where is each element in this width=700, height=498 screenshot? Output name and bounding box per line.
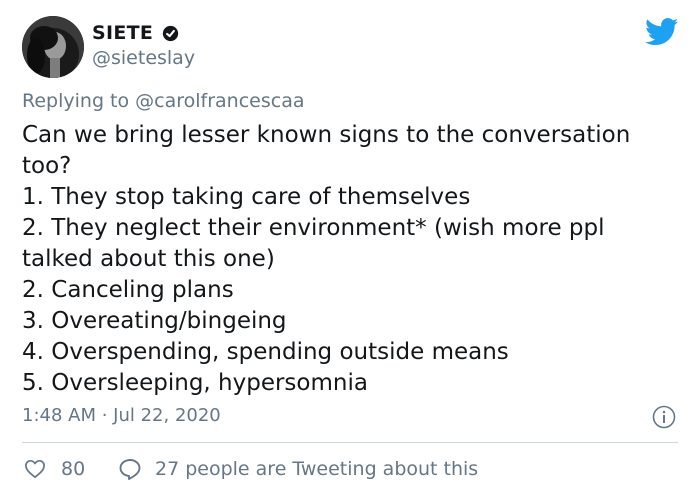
replying-to-label: Replying to <box>22 90 136 112</box>
author-handle[interactable]: @sieteslay <box>92 47 195 69</box>
tweet-timestamp[interactable]: 1:48 AM · Jul 22, 2020 <box>22 405 221 426</box>
replying-to: Replying to @carolfrancescaa <box>22 90 305 112</box>
divider <box>22 442 678 443</box>
heart-icon[interactable] <box>24 459 46 479</box>
author-name[interactable]: SIETE <box>92 22 153 44</box>
tweet-line: 2. They neglect their environment* (wish… <box>22 215 605 241</box>
tweet-line: 5. Oversleeping, hypersomnia <box>22 370 368 396</box>
speech-bubble-icon[interactable] <box>118 458 142 480</box>
tweet-line: 4. Overspending, spending outside means <box>22 339 509 365</box>
replying-to-mention[interactable]: @carolfrancescaa <box>135 90 304 112</box>
tweet-line: Can we bring lesser known signs to the c… <box>22 122 631 148</box>
tweet-card: SIETE @sieteslay Replying to @carolfranc… <box>0 0 700 498</box>
tweet-line: talked about this one) <box>22 246 275 272</box>
tweet-line: too? <box>22 153 72 179</box>
tweet-line: 2. Canceling plans <box>22 277 234 303</box>
tweeting-about-link[interactable]: 27 people are Tweeting about this <box>155 458 478 480</box>
like-count[interactable]: 80 <box>61 458 85 480</box>
verified-badge-icon <box>162 25 179 42</box>
tweet-line: 1. They stop taking care of themselves <box>22 184 471 210</box>
tweet-line: 3. Overeating/bingeing <box>22 308 287 334</box>
twitter-bird-icon[interactable] <box>645 18 679 46</box>
tweet-body: Can we bring lesser known signs to the c… <box>22 120 682 399</box>
avatar-image <box>22 16 84 78</box>
info-icon[interactable] <box>652 405 676 429</box>
avatar[interactable] <box>22 16 84 78</box>
